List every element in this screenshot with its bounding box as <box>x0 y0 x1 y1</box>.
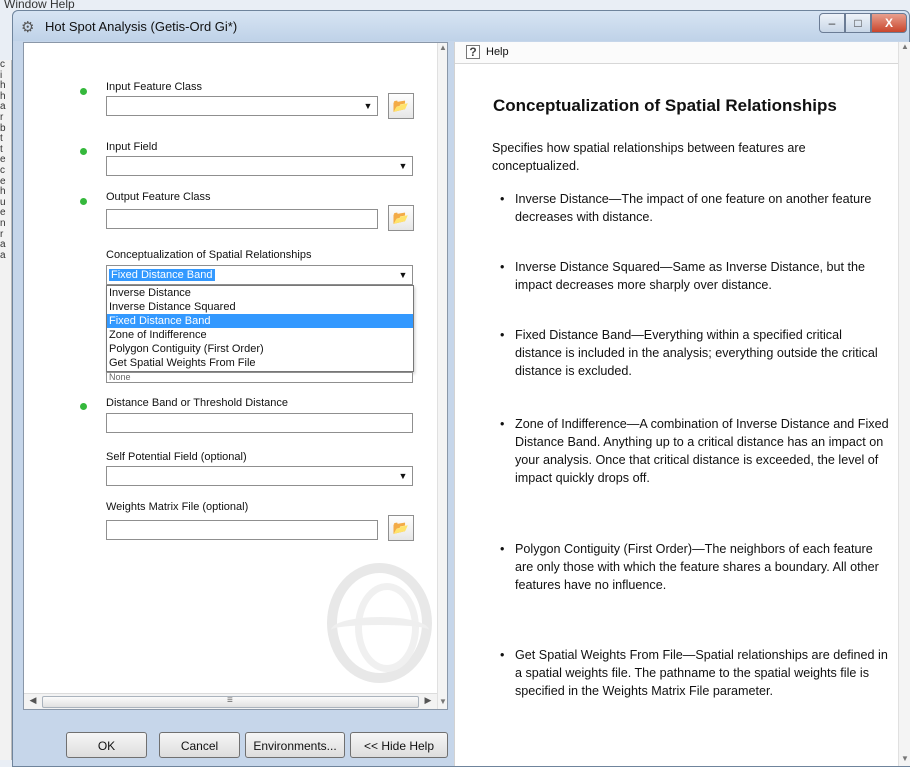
strip-char: a <box>0 249 6 261</box>
help-panel: ? Help Conceptualization of Spatial Rela… <box>454 42 910 766</box>
browse-weights-folder-icon[interactable]: 📂 <box>388 515 414 541</box>
help-item: • Inverse Distance Squared—Same as Invers… <box>500 258 890 294</box>
hot-spot-analysis-dialog: ⚙ Hot Spot Analysis (Getis-Ord Gi*) – □ … <box>12 10 910 767</box>
help-item-text: Get Spatial Weights From File—Spatial re… <box>515 648 888 698</box>
help-item-text: Zone of Indifference—A combination of In… <box>515 417 889 485</box>
dropdown-option[interactable]: Get Spatial Weights From File <box>107 356 413 370</box>
scroll-right-arrow-icon[interactable]: ▶ <box>421 695 435 709</box>
hide-help-button[interactable]: << Hide Help <box>350 732 448 758</box>
required-dot-icon <box>80 88 87 95</box>
dropdown-option-selected[interactable]: Fixed Distance Band <box>107 314 413 328</box>
help-item-text: Polygon Contiguity (First Order)—The nei… <box>515 542 879 592</box>
distance-method-value: None <box>109 372 131 382</box>
browse-input-folder-icon[interactable]: 📂 <box>388 93 414 119</box>
help-vertical-scrollbar[interactable]: ▲ ▼ <box>898 42 910 766</box>
distance-method-combo[interactable]: None <box>106 372 413 383</box>
bullet-icon: • <box>500 648 505 662</box>
help-item: • Polygon Contiguity (First Order)—The ne… <box>500 540 890 594</box>
input-field-combo[interactable]: ▼ <box>106 156 413 176</box>
output-feature-class-label: Output Feature Class <box>106 191 211 203</box>
window-title: Hot Spot Analysis (Getis-Ord Gi*) <box>45 19 238 34</box>
required-dot-icon <box>80 148 87 155</box>
scroll-up-arrow-icon[interactable]: ▲ <box>899 42 910 54</box>
ok-button[interactable]: OK <box>66 732 147 758</box>
browse-output-folder-icon[interactable]: 📂 <box>388 205 414 231</box>
output-feature-class-input[interactable] <box>106 209 378 229</box>
input-field-label: Input Field <box>106 141 158 153</box>
bullet-icon: • <box>500 417 505 431</box>
help-item: • Inverse Distance—The impact of one feat… <box>500 190 890 226</box>
help-item-text: Inverse Distance Squared—Same as Inverse… <box>515 260 866 292</box>
scroll-grip-icon: ≡ <box>227 695 233 706</box>
help-title: Conceptualization of Spatial Relationshi… <box>493 96 837 115</box>
self-potential-field-label: Self Potential Field (optional) <box>106 451 247 463</box>
help-item: • Zone of Indifference—A combination of I… <box>500 415 890 487</box>
distance-band-label: Distance Band or Threshold Distance <box>106 397 289 409</box>
dropdown-option[interactable]: Zone of Indifference <box>107 328 413 342</box>
parameters-horizontal-scrollbar[interactable]: ◀ ≡ ▶ <box>24 693 437 709</box>
background-left-strip: c i h h a r b t t e c e h u e n r a a <box>0 59 12 760</box>
dialog-buttons-bar: OK Cancel Environments... << Hide Help <box>23 710 448 766</box>
strip-char: r <box>0 111 4 123</box>
weights-matrix-file-input[interactable] <box>106 520 378 540</box>
minimize-button[interactable]: – <box>819 13 845 33</box>
chevron-down-icon[interactable]: ▼ <box>395 267 411 283</box>
dropdown-option[interactable]: Inverse Distance Squared <box>107 300 413 314</box>
conceptualization-label: Conceptualization of Spatial Relationshi… <box>106 249 312 261</box>
conceptualization-combo[interactable]: Fixed Distance Band ▼ <box>106 265 413 285</box>
close-button[interactable]: X <box>871 13 907 33</box>
help-item: • Fixed Distance Band—Everything within a… <box>500 326 890 380</box>
required-dot-icon <box>80 198 87 205</box>
scroll-down-arrow-icon[interactable]: ▼ <box>438 697 448 709</box>
bullet-icon: • <box>500 542 505 556</box>
help-item-text: Fixed Distance Band—Everything within a … <box>515 328 878 378</box>
help-item: • Get Spatial Weights From File—Spatial r… <box>500 646 890 700</box>
horizontal-scroll-thumb[interactable]: ≡ <box>42 695 419 708</box>
help-header: ? Help <box>455 42 898 64</box>
environments-button[interactable]: Environments... <box>245 732 345 758</box>
parameters-panel: Input Feature Class ▼ 📂 Input Field ▼ Ou… <box>23 42 448 710</box>
chevron-down-icon[interactable]: ▼ <box>395 468 411 484</box>
weights-matrix-file-label: Weights Matrix File (optional) <box>106 501 249 513</box>
help-icon: ? <box>466 45 480 59</box>
input-feature-class-label: Input Feature Class <box>106 81 202 93</box>
required-dot-icon <box>80 403 87 410</box>
strip-char: c <box>0 164 5 176</box>
help-item-text: Inverse Distance—The impact of one featu… <box>515 192 872 224</box>
scroll-left-arrow-icon[interactable]: ◀ <box>26 695 40 709</box>
tool-icon: ⚙ <box>21 19 35 36</box>
strip-char: n <box>0 217 6 229</box>
help-intro: Specifies how spatial relationships betw… <box>492 141 806 173</box>
cancel-button[interactable]: Cancel <box>159 732 240 758</box>
chevron-down-icon[interactable]: ▼ <box>395 158 411 174</box>
conceptualization-dropdown: Inverse Distance Inverse Distance Square… <box>106 285 414 372</box>
scroll-down-arrow-icon[interactable]: ▼ <box>899 754 910 766</box>
scroll-up-arrow-icon[interactable]: ▲ <box>438 43 448 55</box>
help-tab-label: Help <box>486 46 509 58</box>
maximize-button[interactable]: □ <box>845 13 871 33</box>
input-feature-class-combo[interactable]: ▼ <box>106 96 378 116</box>
conceptualization-selected-value: Fixed Distance Band <box>109 269 215 281</box>
dropdown-option[interactable]: Inverse Distance <box>107 286 413 300</box>
bullet-icon: • <box>500 328 505 342</box>
chevron-down-icon[interactable]: ▼ <box>360 98 376 114</box>
parameters-vertical-scrollbar[interactable]: ▲ ▼ <box>437 43 447 709</box>
distance-band-input[interactable] <box>106 413 413 433</box>
globe-watermark <box>327 563 432 683</box>
dropdown-option[interactable]: Polygon Contiguity (First Order) <box>107 342 413 356</box>
bullet-icon: • <box>500 260 505 274</box>
bullet-icon: • <box>500 192 505 206</box>
self-potential-field-combo[interactable]: ▼ <box>106 466 413 486</box>
title-bar[interactable]: ⚙ Hot Spot Analysis (Getis-Ord Gi*) – □ … <box>13 11 909 41</box>
strip-char: c <box>0 59 5 70</box>
